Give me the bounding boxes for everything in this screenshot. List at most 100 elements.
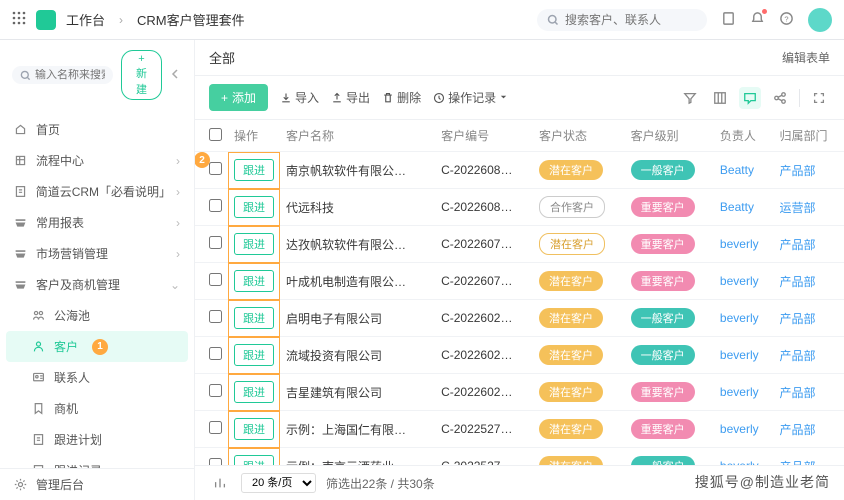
status-pill: 合作客户: [539, 196, 605, 218]
follow-button[interactable]: 跟进: [234, 381, 274, 403]
row-checkbox[interactable]: [209, 310, 222, 323]
sidebar-item[interactable]: 客户1: [6, 331, 188, 362]
owner-link[interactable]: beverly: [720, 274, 759, 288]
delete-button[interactable]: 删除: [382, 89, 421, 106]
sidebar-item[interactable]: 商机: [0, 393, 194, 424]
sidebar-search[interactable]: [12, 66, 113, 84]
follow-button[interactable]: 跟进: [234, 159, 274, 181]
row-checkbox[interactable]: [209, 384, 222, 397]
global-search-input[interactable]: [565, 13, 695, 27]
bell-icon[interactable]: [750, 11, 765, 29]
dept-link[interactable]: 产品部: [779, 349, 815, 363]
table-row[interactable]: 跟进 启明电子有限公司 C-2022602… 潜在客户 一般客户 beverly…: [195, 300, 844, 337]
row-checkbox[interactable]: [209, 199, 222, 212]
edit-form-button[interactable]: 编辑表单: [782, 49, 830, 66]
row-checkbox[interactable]: [209, 421, 222, 434]
sidebar-item[interactable]: 公海池: [0, 300, 194, 331]
sidebar-item-label: 管理后台: [36, 476, 84, 493]
help-icon[interactable]: ?: [779, 11, 794, 29]
follow-button[interactable]: 跟进: [234, 344, 274, 366]
sidebar-item[interactable]: 客户及商机管理⌄: [0, 269, 194, 300]
owner-link[interactable]: beverly: [720, 459, 759, 465]
sidebar-item[interactable]: 跟进计划: [0, 424, 194, 455]
column-header[interactable]: 归属部门: [773, 120, 844, 152]
follow-button[interactable]: 跟进: [234, 307, 274, 329]
row-checkbox[interactable]: [209, 162, 222, 175]
fullscreen-icon[interactable]: [808, 87, 830, 109]
sidebar-item[interactable]: 市场营销管理›: [0, 238, 194, 269]
table-row[interactable]: 跟进 流域投资有限公司 C-2022602… 潜在客户 一般客户 beverly…: [195, 337, 844, 374]
table-row[interactable]: 跟进 叶成机电制造有限公… C-2022607… 潜在客户 重要客户 bever…: [195, 263, 844, 300]
sidebar-item[interactable]: 常用报表›: [0, 207, 194, 238]
select-all-checkbox[interactable]: [209, 128, 222, 141]
dept-link[interactable]: 产品部: [779, 238, 815, 252]
column-header[interactable]: 负责人: [714, 120, 774, 152]
dept-link[interactable]: 产品部: [779, 275, 815, 289]
owner-link[interactable]: beverly: [720, 385, 759, 399]
app-logo[interactable]: [36, 10, 56, 30]
history-button[interactable]: 操作记录: [433, 89, 508, 106]
owner-link[interactable]: beverly: [720, 422, 759, 436]
new-button[interactable]: + 新建: [121, 50, 162, 100]
column-header[interactable]: 操作: [228, 120, 280, 152]
user-avatar[interactable]: [808, 8, 832, 32]
sidebar-item[interactable]: 流程中心›: [0, 145, 194, 176]
share-icon[interactable]: [769, 87, 791, 109]
dept-link[interactable]: 产品部: [779, 460, 815, 466]
book-icon[interactable]: [721, 11, 736, 29]
column-header[interactable]: 客户编号: [435, 120, 533, 152]
table-row[interactable]: 跟进 吉星建筑有限公司 C-2022602… 潜在客户 重要客户 beverly…: [195, 374, 844, 411]
nav-label: 市场营销管理: [36, 245, 108, 262]
follow-button[interactable]: 跟进: [234, 455, 274, 465]
table-row[interactable]: 跟进 南京帆软软件有限公… C-2022608… 潜在客户 一般客户 Beatt…: [195, 152, 844, 189]
row-checkbox[interactable]: [209, 347, 222, 360]
dept-link[interactable]: 产品部: [779, 386, 815, 400]
row-checkbox[interactable]: [209, 273, 222, 286]
sidebar-item[interactable]: 首页: [0, 114, 194, 145]
pagesize-select[interactable]: 20 条/页: [241, 473, 316, 493]
owner-link[interactable]: Beatty: [720, 200, 754, 214]
columns-icon[interactable]: [709, 87, 731, 109]
sidebar-item[interactable]: 简道云CRM「必看说明」›: [0, 176, 194, 207]
sidebar-item[interactable]: 跟进记录: [0, 455, 194, 468]
follow-button[interactable]: 跟进: [234, 270, 274, 292]
sidebar-item-admin[interactable]: 管理后台: [0, 469, 194, 500]
table-row[interactable]: 跟进 示例：南京元酒药业 C-2022527… 潜在客户 一般客户 beverl…: [195, 448, 844, 466]
export-button[interactable]: 导出: [331, 89, 370, 106]
breadcrumb-workbench[interactable]: 工作台: [66, 10, 105, 29]
owner-link[interactable]: beverly: [720, 348, 759, 362]
column-header[interactable]: 客户状态: [533, 120, 625, 152]
dept-link[interactable]: 产品部: [779, 312, 815, 326]
row-checkbox[interactable]: [209, 458, 222, 465]
column-header[interactable]: 客户名称: [280, 120, 435, 152]
import-button[interactable]: 导入: [280, 89, 319, 106]
nav-icon: [14, 216, 28, 229]
dept-link[interactable]: 运营部: [779, 201, 815, 215]
owner-link[interactable]: Beatty: [720, 163, 754, 177]
dept-link[interactable]: 产品部: [779, 164, 815, 178]
table-row[interactable]: 跟进 示例：上海国仁有限… C-2022527… 潜在客户 重要客户 bever…: [195, 411, 844, 448]
cell-name: 流域投资有限公司: [280, 337, 435, 374]
collapse-icon[interactable]: [170, 68, 182, 83]
filter-icon[interactable]: [679, 87, 701, 109]
comment-icon[interactable]: [739, 87, 761, 109]
owner-link[interactable]: beverly: [720, 311, 759, 325]
table-row[interactable]: 跟进 达孜帆软软件有限公… C-2022607… 潜在客户 重要客户 bever…: [195, 226, 844, 263]
sidebar-search-input[interactable]: [35, 69, 105, 81]
follow-button[interactable]: 跟进: [234, 418, 274, 440]
add-button[interactable]: +添加: [209, 84, 268, 111]
chart-icon[interactable]: [209, 472, 231, 494]
view-all-tab[interactable]: 全部: [209, 48, 235, 67]
global-search[interactable]: [537, 9, 707, 31]
sidebar-item[interactable]: 联系人: [0, 362, 194, 393]
follow-button[interactable]: 跟进: [234, 233, 274, 255]
owner-link[interactable]: beverly: [720, 237, 759, 251]
table-row[interactable]: 跟进 代远科技 C-2022608… 合作客户 重要客户 Beatty 运营部: [195, 189, 844, 226]
dept-link[interactable]: 产品部: [779, 423, 815, 437]
cell-name: 示例：南京元酒药业: [280, 448, 435, 466]
follow-button[interactable]: 跟进: [234, 196, 274, 218]
apps-icon[interactable]: [12, 11, 26, 28]
column-header[interactable]: 客户级别: [625, 120, 714, 152]
breadcrumb-suite[interactable]: CRM客户管理套件: [137, 10, 245, 29]
row-checkbox[interactable]: [209, 236, 222, 249]
